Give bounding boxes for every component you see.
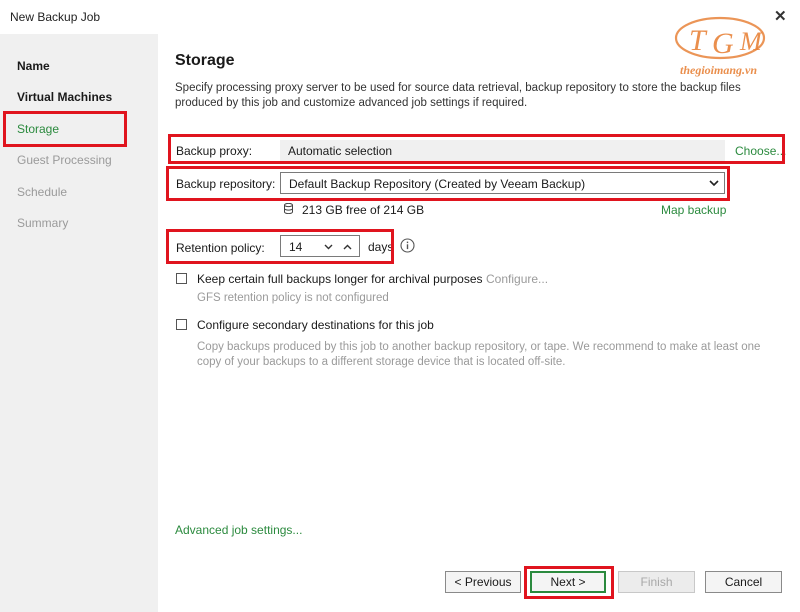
finish-button: Finish: [618, 571, 695, 593]
cancel-button[interactable]: Cancel: [705, 571, 782, 593]
secondary-destinations-checkbox[interactable]: [176, 319, 187, 330]
previous-button[interactable]: < Previous: [445, 571, 521, 593]
sidebar-item-schedule: Schedule: [17, 185, 68, 199]
svg-text:G: G: [712, 27, 734, 60]
highlight-storage-step: [3, 111, 127, 147]
svg-text:M: M: [739, 27, 763, 56]
page-title: Storage: [175, 52, 235, 69]
page-description: Specify processing proxy server to be us…: [175, 82, 741, 109]
svg-text:T: T: [689, 24, 708, 57]
gfs-note: GFS retention policy is not configured: [197, 292, 389, 304]
secondary-destinations-note: Copy backups produced by this job to ano…: [197, 341, 761, 368]
highlight-backup-repository: [166, 166, 730, 201]
sidebar-item-name[interactable]: Name: [17, 59, 50, 73]
advanced-job-settings-link[interactable]: Advanced job settings...: [175, 523, 302, 537]
sidebar-item-summary: Summary: [17, 216, 69, 230]
svg-text:thegioimang.vn: thegioimang.vn: [680, 63, 757, 77]
gfs-configure-link: Configure...: [486, 272, 549, 286]
repository-free-space: 213 GB free of 214 GB: [302, 203, 425, 217]
highlight-next-button: [524, 566, 614, 599]
info-icon[interactable]: [400, 238, 415, 253]
watermark-logo: T G M thegioimang.vn: [674, 16, 766, 77]
sidebar-item-guest-processing: Guest Processing: [17, 153, 112, 167]
gfs-label[interactable]: Keep certain full backups longer for arc…: [197, 272, 483, 286]
map-backup-link[interactable]: Map backup: [661, 203, 726, 217]
window-title: New Backup Job: [10, 10, 101, 24]
sidebar-item-virtual-machines[interactable]: Virtual Machines: [17, 90, 112, 104]
secondary-destinations-label[interactable]: Configure secondary destinations for thi…: [197, 318, 434, 332]
highlight-backup-proxy: [168, 134, 785, 164]
gfs-checkbox[interactable]: [176, 273, 187, 284]
database-icon: [284, 203, 293, 214]
highlight-retention-policy: [166, 229, 394, 264]
